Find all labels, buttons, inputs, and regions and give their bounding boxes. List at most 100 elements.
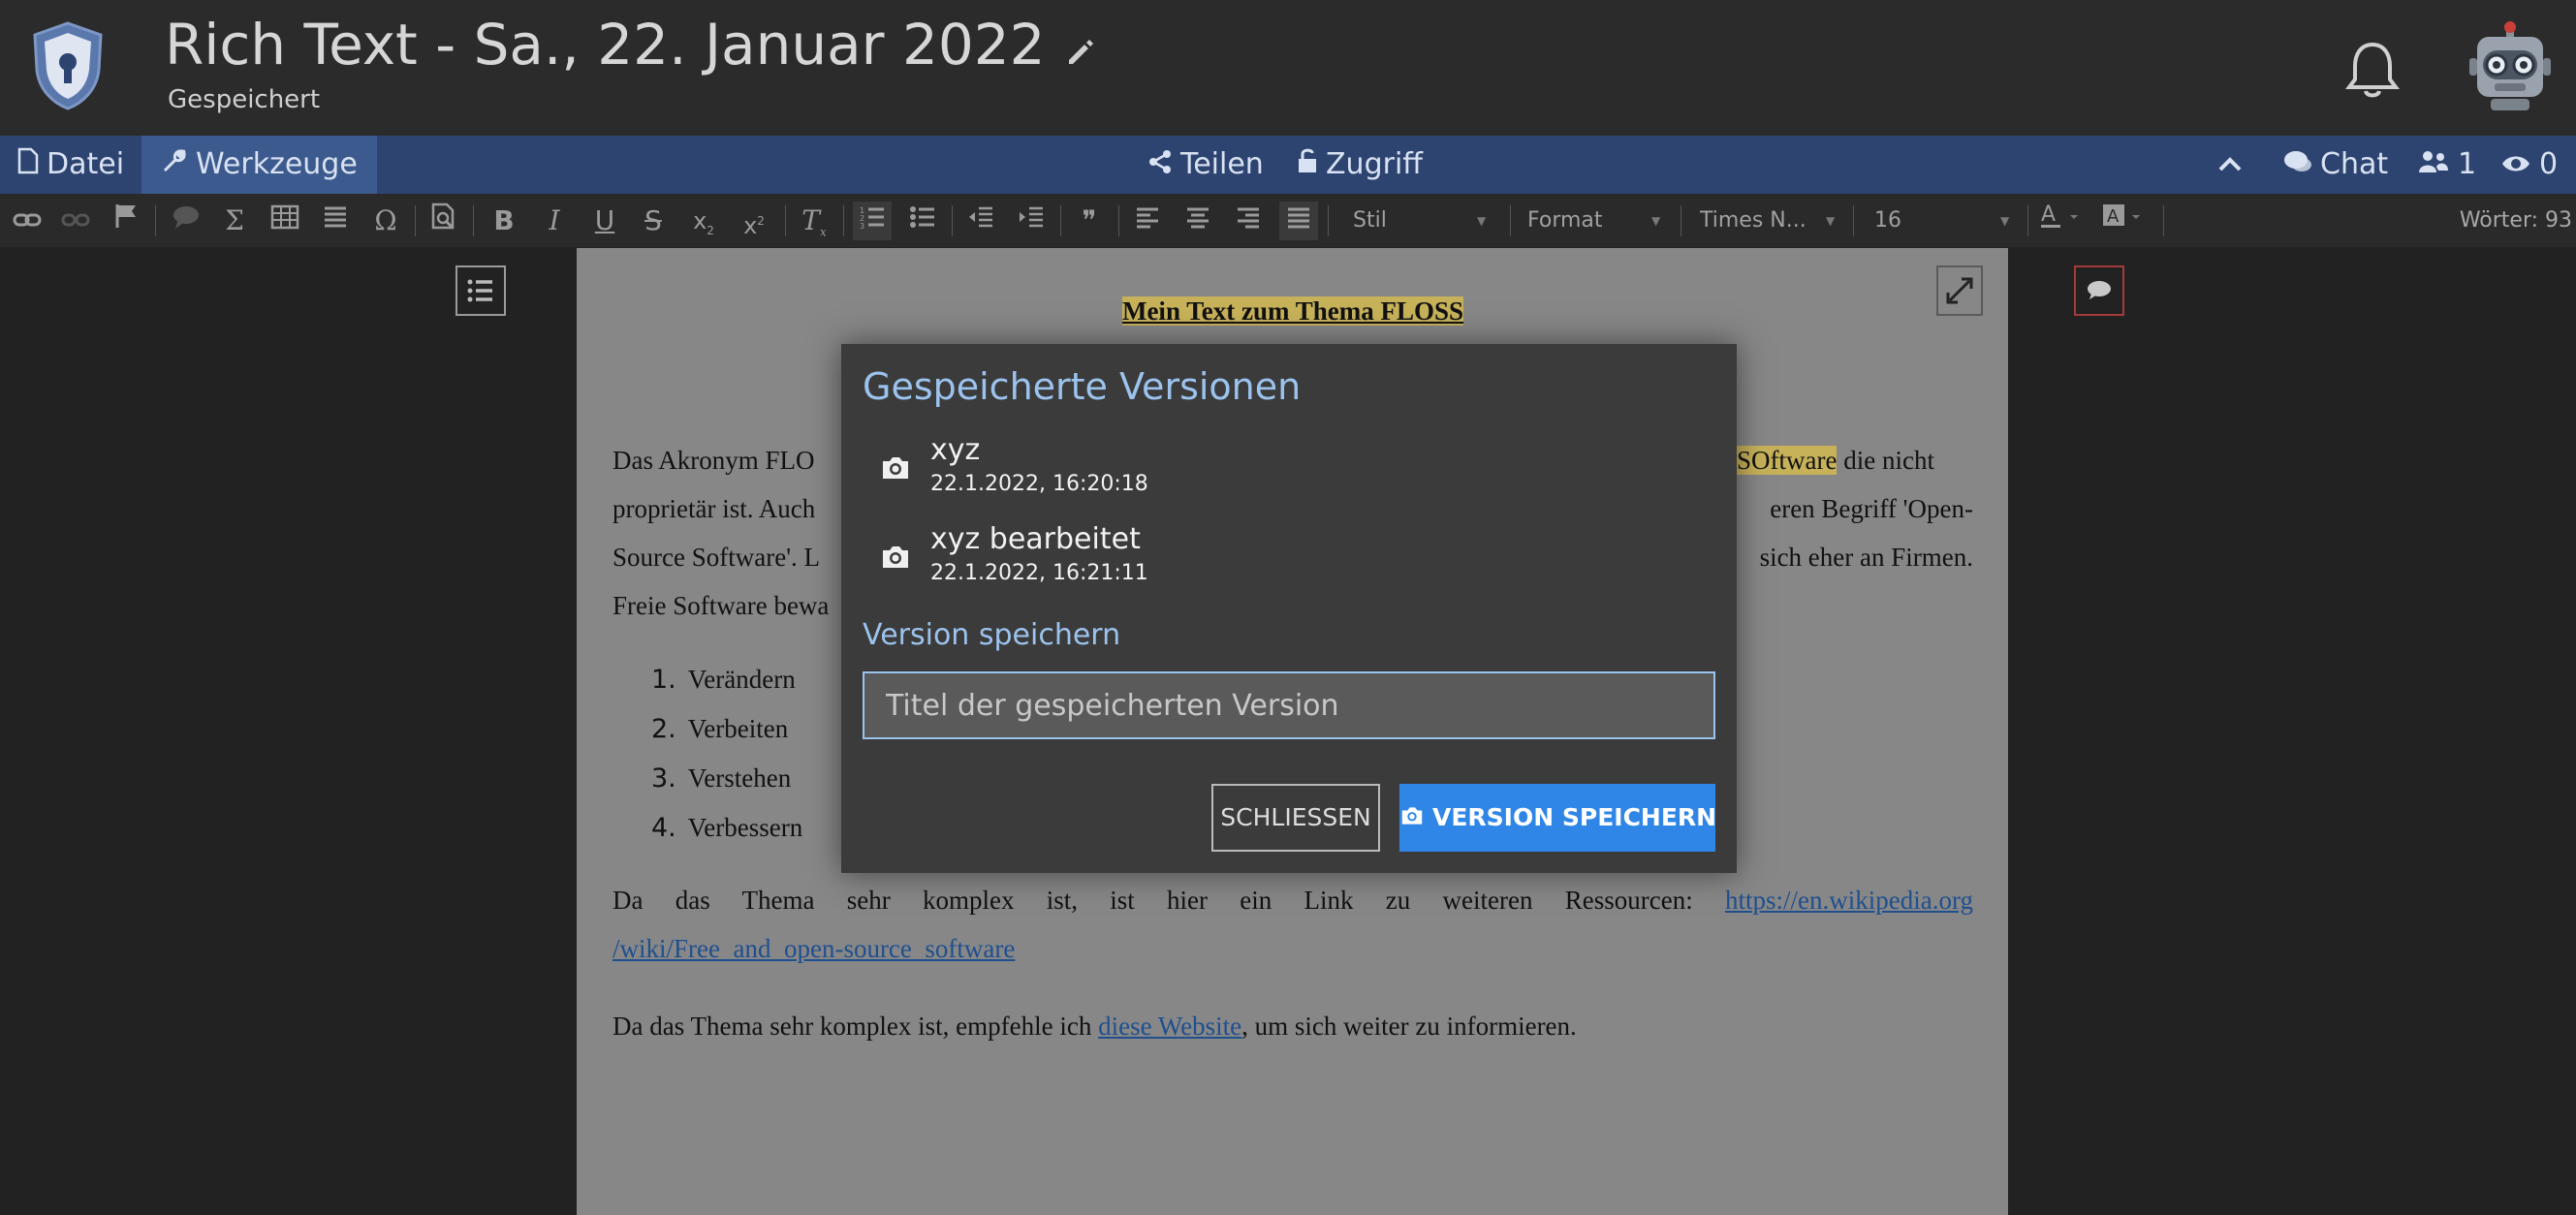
- clear-format-button[interactable]: Tx: [795, 202, 833, 240]
- version-name: xyz bearbeitet: [930, 522, 1141, 556]
- unlock-icon: [1297, 137, 1318, 195]
- sigma-icon[interactable]: Σ: [215, 202, 254, 240]
- list-item-number: 4.: [651, 813, 676, 843]
- subscript-label: x: [693, 207, 707, 234]
- paragraph-text: , um sich weiter zu informieren.: [1241, 1012, 1577, 1041]
- align-center-icon[interactable]: [1178, 202, 1217, 240]
- chevron-up-icon: [2217, 147, 2243, 181]
- saved-versions-dialog: Gespeicherte Versionen xyz 22.1.2022, 16…: [841, 344, 1737, 873]
- list-item-text: Verbeiten: [687, 714, 789, 743]
- version-date: 22.1.2022, 16:21:11: [930, 561, 1148, 585]
- table-icon[interactable]: [266, 202, 304, 240]
- align-right-icon[interactable]: [1229, 202, 1268, 240]
- svg-text:A: A: [2107, 206, 2120, 227]
- indent-icon[interactable]: [1012, 202, 1051, 240]
- save-version-button[interactable]: VERSION SPEICHERN: [1399, 784, 1717, 852]
- outdent-icon[interactable]: [961, 202, 1000, 240]
- menu-tools[interactable]: Werkzeuge: [141, 136, 377, 194]
- close-button[interactable]: SCHLIESSEN: [1211, 784, 1380, 852]
- list-item-number: 2.: [651, 714, 676, 744]
- save-status: Gespeichert: [168, 85, 321, 114]
- document-title-text: Rich Text - Sa., 22. Januar 2022: [165, 12, 1046, 78]
- preview-icon[interactable]: [424, 202, 463, 240]
- cryptpad-logo-icon[interactable]: [29, 19, 107, 111]
- save-version-button-label: VERSION SPEICHERN: [1432, 803, 1717, 831]
- bullet-list-icon[interactable]: [903, 202, 942, 240]
- users-icon: [2417, 137, 2450, 195]
- menu-access[interactable]: Zugriff: [1297, 136, 1423, 194]
- caret-down-icon: ▼: [2000, 214, 2010, 228]
- menu-chat-label: Chat: [2320, 147, 2389, 181]
- strikethrough-button[interactable]: S: [634, 202, 673, 240]
- highlighted-text: SOftware: [1737, 446, 1838, 475]
- file-icon: [17, 137, 39, 195]
- font-size-select-value: 16: [1874, 208, 1901, 233]
- chat-icon: [2283, 137, 2312, 195]
- align-justify-icon[interactable]: [1279, 202, 1318, 240]
- horizontal-line-icon[interactable]: [316, 202, 355, 240]
- menu-share[interactable]: Teilen: [1147, 136, 1264, 194]
- numbered-list-icon[interactable]: 123: [853, 202, 892, 240]
- paragraph-text: Freie Software bewa: [613, 591, 830, 620]
- document-heading-text: Mein Text zum Thema FLOSS: [1121, 296, 1464, 326]
- text-color-icon[interactable]: A: [2039, 202, 2082, 240]
- blockquote-button[interactable]: ❞: [1070, 202, 1109, 240]
- camera-icon: [883, 546, 908, 568]
- list-item-text: Verstehen: [687, 763, 792, 793]
- wikipedia-link[interactable]: https://en.wikipedia.org: [1725, 886, 1973, 915]
- menu-tools-label: Werkzeuge: [196, 147, 358, 181]
- version-item[interactable]: xyz bearbeitet 22.1.2022, 16:21:11: [863, 522, 1715, 600]
- users-online[interactable]: 1: [2417, 136, 2476, 194]
- viewers-count: 0: [2539, 147, 2559, 181]
- format-select-value: Format: [1527, 208, 1603, 233]
- menu-share-label: Teilen: [1180, 147, 1264, 181]
- camera-icon: [1401, 807, 1423, 825]
- list-item: 4. Verbessern: [651, 803, 802, 853]
- svg-text:3: 3: [860, 222, 864, 230]
- version-item[interactable]: xyz 22.1.2022, 16:20:18: [863, 433, 1715, 511]
- word-count: Wörter: 93: [2459, 208, 2572, 233]
- wikipedia-link-continued[interactable]: /wiki/Free_and_open-source_software: [613, 934, 1015, 963]
- font-size-select[interactable]: 16 ▼: [1874, 202, 2020, 240]
- version-title-input[interactable]: [863, 671, 1715, 739]
- viewers-online[interactable]: 0: [2500, 136, 2558, 194]
- eye-icon: [2500, 137, 2531, 195]
- document-title[interactable]: Rich Text - Sa., 22. Januar 2022: [165, 12, 1096, 81]
- format-select[interactable]: Format ▼: [1527, 202, 1673, 240]
- document-heading: Mein Text zum Thema FLOSS: [613, 287, 1973, 335]
- wrench-icon: [161, 137, 188, 195]
- comment-icon: [2088, 281, 2111, 299]
- font-select[interactable]: Times N... ▼: [1700, 202, 1845, 240]
- superscript-button[interactable]: x2: [735, 202, 773, 240]
- comments-panel-button[interactable]: [2074, 265, 2124, 316]
- website-link[interactable]: diese Website: [1098, 1012, 1241, 1041]
- bold-button[interactable]: B: [485, 202, 523, 240]
- menu-file[interactable]: Datei: [17, 136, 124, 194]
- caret-down-icon: ▼: [1477, 214, 1487, 228]
- link-icon[interactable]: [8, 202, 47, 240]
- paragraph-line: Da das Thema sehr komplex ist, ist hier …: [613, 876, 1973, 924]
- flag-icon[interactable]: [107, 202, 145, 240]
- style-select[interactable]: Stil ▼: [1353, 202, 1498, 240]
- unlink-icon[interactable]: [56, 202, 95, 240]
- version-date: 22.1.2022, 16:20:18: [930, 472, 1148, 496]
- underline-button[interactable]: U: [585, 202, 624, 240]
- document-outline-button[interactable]: [456, 265, 506, 316]
- bell-icon[interactable]: [2343, 39, 2402, 101]
- background-color-icon[interactable]: A: [2101, 202, 2144, 240]
- paragraph-text: Da das Thema sehr komplex ist, ist hier …: [613, 886, 1726, 915]
- camera-icon: [883, 457, 908, 479]
- clear-format-label: T: [801, 204, 820, 236]
- italic-button[interactable]: I: [535, 202, 574, 240]
- caret-down-icon: ▼: [1826, 214, 1836, 228]
- special-char-omega-icon[interactable]: Ω: [366, 202, 405, 240]
- menu-chat[interactable]: Chat: [2283, 136, 2388, 194]
- pencil-icon[interactable]: [1063, 16, 1096, 81]
- font-select-value: Times N...: [1700, 208, 1806, 233]
- paragraph-text: Das Akronym FLO: [613, 446, 815, 475]
- comment-icon[interactable]: [167, 202, 205, 240]
- user-avatar-robot-icon[interactable]: [2469, 21, 2551, 110]
- align-left-icon[interactable]: [1128, 202, 1167, 240]
- subscript-button[interactable]: x2: [684, 202, 723, 240]
- collapse-toolbar-button[interactable]: [2217, 136, 2243, 194]
